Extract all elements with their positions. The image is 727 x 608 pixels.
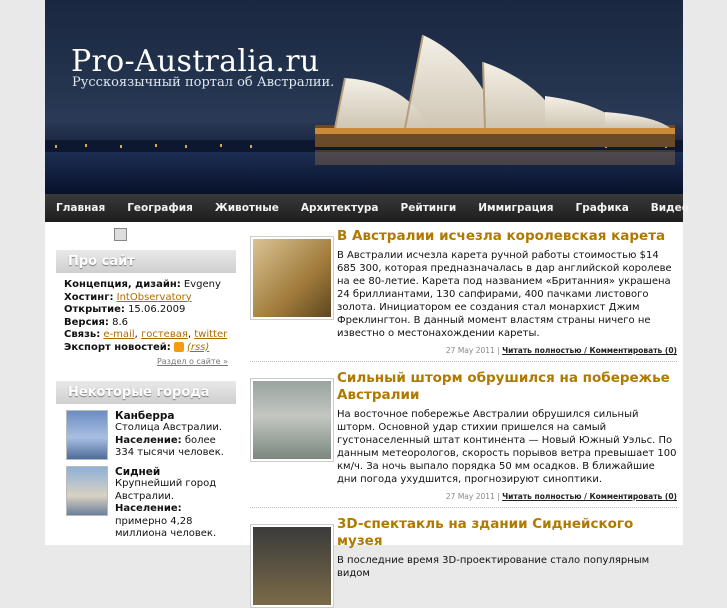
nav-geography[interactable]: География — [116, 194, 204, 222]
twitter-link[interactable]: twitter — [194, 329, 227, 340]
post-thumbnail[interactable] — [250, 236, 334, 320]
cities-title: Некоторые города — [56, 380, 236, 404]
export-label: Экспорт новостей: — [64, 341, 171, 353]
nav-video[interactable]: Видео — [640, 194, 700, 222]
city-desc: Столица Австралии. — [115, 422, 223, 433]
concept-label: Концепция, дизайн: — [64, 279, 181, 290]
read-more-link[interactable]: Читать полностью / Комментировать (0) — [502, 492, 677, 501]
about-box: Про сайт Концепция, дизайн: Evgeny Хости… — [56, 250, 236, 373]
read-more-link[interactable]: Читать полностью / Комментировать (0) — [502, 346, 677, 355]
post-thumbnail[interactable] — [250, 524, 334, 608]
version-label: Версия: — [64, 316, 109, 328]
email-link[interactable]: e-mail — [103, 329, 134, 340]
city-pop-label: Население: — [115, 434, 182, 446]
opened-value: 15.06.2009 — [128, 304, 186, 315]
cities-box: Некоторые города Канберра Столица Австра… — [56, 380, 236, 541]
version-value: 8.6 — [112, 316, 129, 328]
city-desc: Крупнейший город Австралии. — [115, 478, 217, 502]
opera-house-illustration — [45, 34, 683, 194]
site-title[interactable]: Pro-Australia.ru — [71, 44, 319, 79]
rss-icon[interactable] — [173, 341, 184, 352]
canberra-image[interactable] — [66, 409, 108, 460]
nav-immigration[interactable]: Иммиграция — [467, 194, 564, 222]
main-nav: Главная География Животные Архитектура Р… — [45, 194, 689, 222]
hosting-link[interactable]: IntObservatory — [117, 292, 192, 303]
city-pop-value: примерно 4,28 миллиона человек. — [115, 515, 217, 540]
about-more-link[interactable]: Раздел о сайте » — [64, 356, 228, 369]
nav-architecture[interactable]: Архитектура — [290, 194, 390, 222]
news-post: В Австралии исчезла королевская карета В… — [250, 228, 677, 362]
list-item: Канберра Столица Австралии. Население: б… — [56, 404, 236, 460]
city-pop-label: Население: — [115, 503, 182, 514]
guestbook-link[interactable]: гостевая — [141, 329, 188, 340]
site-subtitle: Русскоязычный портал об Австралии. — [72, 75, 335, 90]
nav-ratings[interactable]: Рейтинги — [390, 194, 468, 222]
news-post: 3D-спектакль на здании Сиднейского музея… — [250, 516, 677, 608]
nav-animals[interactable]: Животные — [204, 194, 290, 222]
nav-graphics[interactable]: Графика — [565, 194, 640, 222]
post-date: 27 May 2011 — [445, 492, 495, 501]
opened-label: Открытие: — [64, 304, 125, 315]
city-name[interactable]: Канберра — [115, 410, 236, 423]
broken-image-icon — [114, 228, 127, 241]
post-date: 27 May 2011 — [445, 346, 495, 355]
news-list: В Австралии исчезла королевская карета В… — [250, 228, 677, 608]
contact-label: Связь: — [64, 329, 101, 340]
post-thumbnail[interactable] — [250, 378, 334, 462]
rss-link[interactable]: (rss) — [187, 342, 209, 353]
page: Pro-Australia.ru Русскоязычный портал об… — [45, 0, 689, 608]
news-post: Сильный шторм обрушился на побережье Авс… — [250, 370, 677, 508]
hosting-label: Хостинг: — [64, 291, 114, 303]
sidebar: Про сайт Концепция, дизайн: Evgeny Хости… — [56, 228, 236, 541]
sydney-image[interactable] — [66, 465, 108, 516]
about-title: Про сайт — [56, 250, 236, 273]
header-banner: Pro-Australia.ru Русскоязычный портал об… — [45, 0, 683, 194]
city-name[interactable]: Сидней — [115, 466, 236, 479]
nav-home[interactable]: Главная — [45, 194, 116, 222]
concept-value: Evgeny — [183, 279, 221, 290]
list-item: Сидней Крупнейший город Австралии. Насел… — [56, 460, 236, 541]
